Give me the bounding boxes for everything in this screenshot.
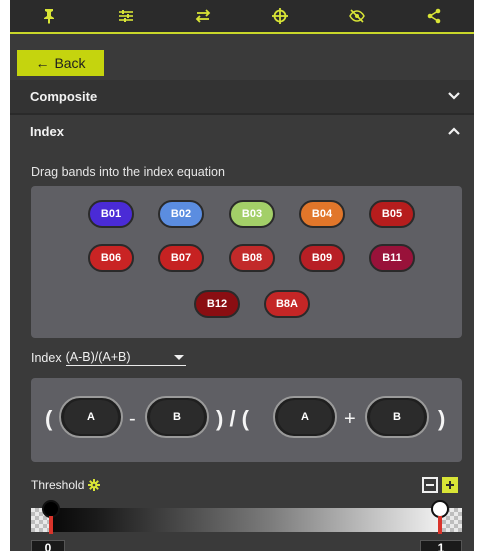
band-chip[interactable]: B04 [299,200,345,228]
pin-icon[interactable] [10,0,87,33]
band-chip[interactable]: B02 [158,200,204,228]
threshold-max-handle[interactable] [431,500,449,536]
index-formula-row: Index (A-B)/(A+B) [31,350,186,366]
index-hint: Drag bands into the index equation [31,165,225,179]
equation-slot-a1[interactable]: A [59,396,123,438]
caret-down-icon [173,354,184,360]
band-chip[interactable]: B12 [194,290,240,318]
back-button-label: Back [54,55,86,71]
chevron-up-icon [448,127,460,135]
equation-close-paren: ) [438,406,446,431]
band-chip[interactable]: B07 [158,244,204,272]
chevron-down-icon [448,92,460,100]
threshold-max-value[interactable]: 1 [420,540,462,551]
side-panel: ← Back Composite Index Drag bands into t… [10,0,474,551]
threshold-label: Threshold [31,478,85,492]
band-chip[interactable]: B8A [264,290,310,318]
threshold-min-value[interactable]: 0 [31,540,65,551]
equation-open-paren: ( [45,406,53,431]
bands-container: B01 B02 B03 B04 B05 B06 B07 B08 B09 B11 … [31,186,462,338]
threshold-remove-button[interactable] [422,477,438,493]
toolbar [10,0,474,34]
plus-box-icon [442,477,458,493]
index-formula-select[interactable]: (A-B)/(A+B) [65,350,186,366]
swap-icon[interactable] [164,0,241,33]
crosshair-icon[interactable] [241,0,318,33]
eye-off-icon[interactable] [318,0,395,33]
arrow-left-icon: ← [35,55,50,71]
band-chip[interactable]: B09 [299,244,345,272]
share-icon[interactable] [395,0,472,33]
band-chip[interactable]: B03 [229,200,275,228]
index-formula-value: (A-B)/(A+B) [65,350,131,364]
equation-plus: + [344,408,356,430]
back-button[interactable]: ← Back [17,50,104,76]
index-label: Index [31,351,62,365]
threshold-header: Threshold [31,478,101,492]
section-composite-label: Composite [30,89,98,104]
equation-minus: - [129,408,136,430]
equation-box: ( A - B ) / ( A + B ) [31,378,462,462]
equation-slot-a2[interactable]: A [273,396,337,438]
band-chip[interactable]: B08 [229,244,275,272]
section-index-label: Index [30,124,64,139]
gear-icon[interactable] [88,479,101,491]
equation-divide: ) / ( [216,406,249,431]
threshold-min-handle[interactable] [42,500,60,536]
band-chip[interactable]: B05 [369,200,415,228]
minus-box-icon [422,477,438,493]
equation-slot-b1[interactable]: B [145,396,209,438]
band-chip[interactable]: B06 [88,244,134,272]
threshold-gradient[interactable] [31,508,462,532]
band-chip[interactable]: B01 [88,200,134,228]
section-composite[interactable]: Composite [10,80,474,113]
equation-slot-b2[interactable]: B [365,396,429,438]
threshold-add-button[interactable] [442,477,458,493]
sliders-icon[interactable] [87,0,164,33]
band-chip[interactable]: B11 [369,244,415,272]
section-index[interactable]: Index [10,115,474,148]
